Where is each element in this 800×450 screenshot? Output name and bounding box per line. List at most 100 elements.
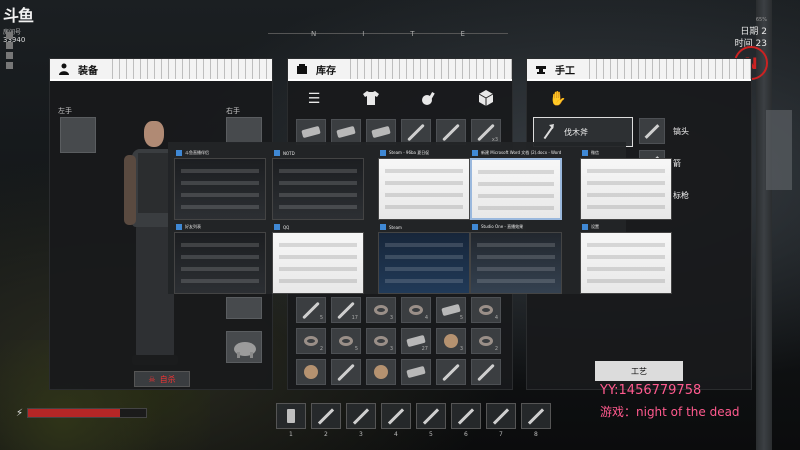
inventory-slot[interactable]: 5	[331, 328, 361, 354]
inventory-slot[interactable]: 4	[471, 297, 501, 323]
inventory-slot[interactable]: 5	[296, 297, 326, 323]
hotbar-slot[interactable]: 8	[521, 403, 551, 438]
status-mini-item	[6, 62, 46, 69]
item-quantity: 3	[389, 315, 393, 321]
hotbar-number: 6	[464, 431, 468, 438]
compass-mark: E	[460, 30, 465, 38]
right-hand-label: 右手	[226, 107, 240, 115]
hotbar-slot[interactable]: 2	[311, 403, 341, 438]
window-thumbnail[interactable]: Studio One - 直播效果	[470, 222, 562, 294]
health-track	[27, 408, 148, 418]
status-mini-item	[6, 42, 46, 49]
inventory-slot[interactable]: 3	[366, 328, 396, 354]
item-quantity: 2	[319, 346, 323, 352]
brick-item-icon	[301, 125, 321, 139]
app-icon	[582, 224, 588, 230]
stick-item-icon	[442, 363, 460, 381]
meat-icon[interactable]	[419, 89, 439, 109]
craft-button[interactable]: 工艺	[595, 361, 683, 381]
list-icon[interactable]: ☰	[304, 89, 324, 109]
equip-slot-bag[interactable]	[226, 331, 262, 363]
inventory-slot[interactable]	[366, 359, 396, 385]
inventory-slot[interactable]	[471, 359, 501, 385]
equipment-title: 装备	[78, 65, 98, 77]
stick-item-icon	[302, 301, 320, 319]
window-title: QQ	[283, 224, 290, 230]
window-thumbnail[interactable]: 好友列表	[174, 222, 266, 294]
suicide-button[interactable]: ☠ 自杀	[134, 371, 190, 387]
crafting-title: 手工	[555, 65, 575, 77]
recipe-item[interactable]: 镐头	[639, 117, 749, 145]
inventory-slot[interactable]: 5	[436, 297, 466, 323]
compass-strip: NITE	[268, 30, 508, 38]
hotbar-number: 2	[324, 431, 328, 438]
item-quantity: 17	[351, 315, 358, 321]
inventory-slot[interactable]: 2	[471, 328, 501, 354]
window-thumbnail[interactable]: Steam - 96ba 夏日促	[378, 148, 470, 220]
inventory-slot[interactable]: 2	[296, 328, 326, 354]
health-bar: ⚡	[16, 406, 156, 420]
window-thumbnail[interactable]: 新建 Microsoft Word 文档 (2).docx - Word	[470, 148, 562, 220]
stick-item-icon	[442, 123, 460, 141]
window-preview	[272, 232, 364, 294]
hotbar-slot[interactable]: 6	[451, 403, 481, 438]
hotbar-slot[interactable]: 3	[346, 403, 376, 438]
phone-icon	[287, 409, 295, 423]
window-preview	[470, 158, 562, 220]
hotbar-slot[interactable]: 7	[486, 403, 516, 438]
item-quantity: 27	[421, 346, 428, 352]
window-preview	[580, 232, 672, 294]
day-label: 日期 2	[740, 27, 767, 37]
hotbar: 1 2 3 4 5 6 7 8	[276, 403, 551, 438]
hotbar-number: 1	[289, 431, 293, 438]
box-icon	[296, 63, 308, 75]
stick-item-icon	[477, 363, 495, 381]
inventory-grid-bottom: 5 17 3 4 5 4 2 5 3 27 3 2	[296, 297, 506, 385]
hotbar-slot[interactable]: 4	[381, 403, 411, 438]
recipe-label: 镐头	[673, 126, 689, 136]
hotbar-number: 7	[499, 431, 503, 438]
inventory-slot[interactable]: 27	[401, 328, 431, 354]
window-thumbnail[interactable]: Steam	[378, 222, 470, 294]
percent-readout: 65%	[755, 17, 767, 23]
left-hand-slot[interactable]	[60, 117, 96, 153]
brick-item-icon	[371, 125, 391, 139]
inventory-slot[interactable]	[296, 359, 326, 385]
tool-icon	[352, 407, 370, 425]
app-icon	[380, 224, 386, 230]
selected-recipe-label: 伐木斧	[564, 127, 588, 137]
cube-icon[interactable]	[476, 89, 496, 109]
inventory-slot[interactable]	[331, 359, 361, 385]
equip-slot-backpack[interactable]	[226, 297, 262, 319]
blob-item-icon	[304, 365, 318, 379]
brick-item-icon	[406, 365, 426, 379]
item-quantity: 3	[459, 346, 463, 352]
window-thumbnail[interactable]: NOTD	[272, 148, 364, 220]
inventory-slot[interactable]	[436, 359, 466, 385]
window-title: Studio One - 直播效果	[481, 224, 524, 229]
inventory-slot[interactable]	[401, 359, 431, 385]
background-sign	[766, 110, 792, 190]
item-quantity: 4	[424, 315, 428, 321]
hotbar-slot[interactable]: 1	[276, 403, 306, 438]
inventory-slot[interactable]: 17	[331, 297, 361, 323]
inventory-slot[interactable]: 3	[436, 328, 466, 354]
right-hand-slot[interactable]	[226, 117, 262, 143]
hotbar-slot[interactable]: 5	[416, 403, 446, 438]
window-title: 设置	[591, 224, 599, 229]
health-fill	[28, 409, 121, 417]
window-thumbnail[interactable]: 设置	[580, 222, 672, 294]
window-thumbnail[interactable]: 微信	[580, 148, 672, 220]
inventory-title: 库存	[316, 65, 336, 77]
inventory-slot[interactable]: 3	[366, 297, 396, 323]
shirt-icon[interactable]	[361, 89, 381, 109]
app-icon	[176, 224, 182, 230]
window-title: 新建 Microsoft Word 文档 (2).docx - Word	[481, 150, 562, 155]
equipment-header: 装备	[50, 59, 272, 81]
ring-item-icon	[374, 305, 388, 315]
hand-icon[interactable]: ✋	[549, 91, 566, 107]
window-thumbnail[interactable]: 斗鱼直播伴侣	[174, 148, 266, 220]
inventory-slot[interactable]: 4	[401, 297, 431, 323]
logo-text: 斗鱼	[3, 6, 34, 25]
window-thumbnail[interactable]: QQ	[272, 222, 364, 294]
